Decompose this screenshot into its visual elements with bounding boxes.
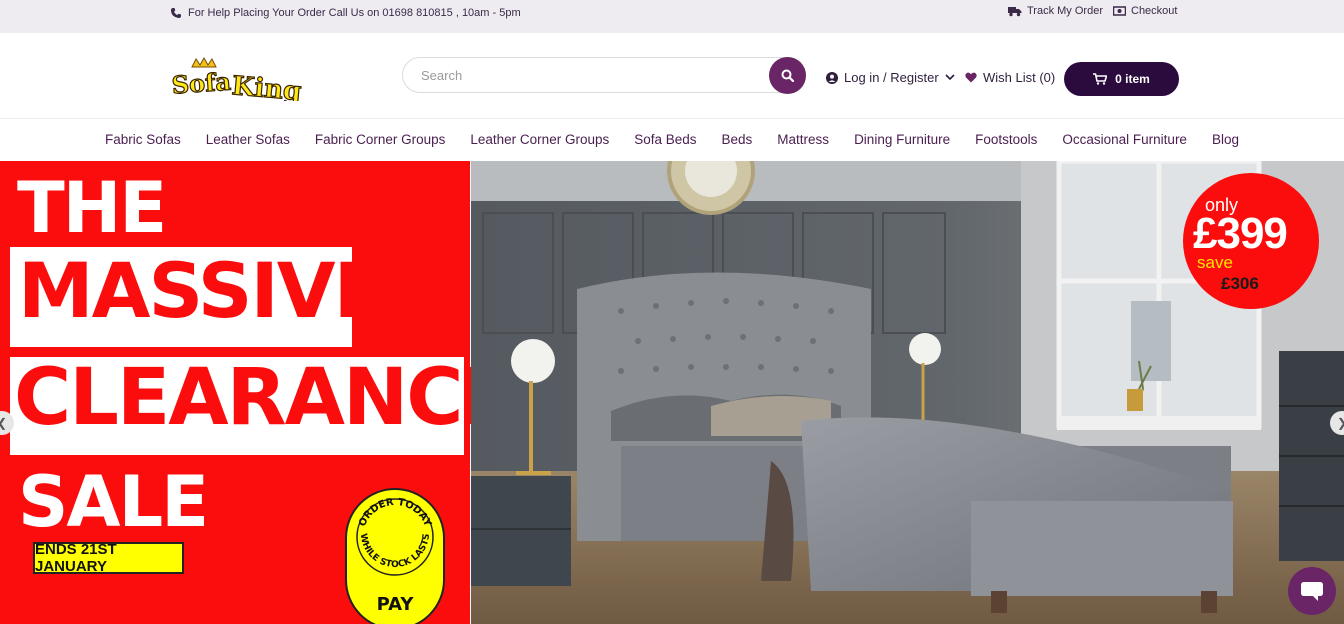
- hero-banner[interactable]: THE MASSIVE CLEARANCE SALE ENDS 21ST JAN…: [0, 161, 1344, 624]
- account-label: Log in / Register: [844, 70, 939, 85]
- nav-item-sofa-beds[interactable]: Sofa Beds: [634, 132, 696, 147]
- nav-item-leather-corner-groups[interactable]: Leather Corner Groups: [470, 132, 609, 147]
- account-menu[interactable]: Log in / Register: [826, 70, 955, 85]
- clearance-promo: THE MASSIVE CLEARANCE SALE ENDS 21ST JAN…: [0, 161, 515, 624]
- chat-bubble-icon: [1301, 582, 1323, 601]
- svg-text:King: King: [231, 71, 303, 101]
- nav-item-fabric-sofas[interactable]: Fabric Sofas: [105, 132, 181, 147]
- money-icon: [1113, 6, 1126, 16]
- nav-item-leather-sofas[interactable]: Leather Sofas: [206, 132, 290, 147]
- cart-icon: [1093, 73, 1108, 85]
- track-order-label: Track My Order: [1027, 5, 1103, 17]
- wishlist-label: Wish List (0): [983, 70, 1056, 85]
- promo-line-clearance: CLEARANCE: [14, 353, 515, 443]
- chevron-left-icon: ❮: [0, 416, 7, 430]
- nav-item-fabric-corner-groups[interactable]: Fabric Corner Groups: [315, 132, 446, 147]
- promo-end-date: ENDS 21ST JANUARY: [33, 541, 184, 575]
- heart-icon: [965, 72, 977, 83]
- checkout-label: Checkout: [1131, 5, 1178, 17]
- site-header: Sofa King Log in / Register Wish List (0…: [0, 33, 1344, 119]
- order-today-badge: ORDER TODAY WHILE STOCK LASTS PAY: [345, 488, 445, 624]
- promo-line-massive: MASSIVE: [18, 246, 386, 335]
- help-text: For Help Placing Your Order Call Us on 0…: [188, 7, 521, 19]
- top-bar: For Help Placing Your Order Call Us on 0…: [0, 0, 1344, 33]
- nav-item-dining-furniture[interactable]: Dining Furniture: [854, 132, 950, 147]
- price-amount: £399: [1193, 209, 1288, 258]
- help-line: For Help Placing Your Order Call Us on 0…: [170, 7, 521, 19]
- promo-line-sale: SALE: [18, 461, 209, 543]
- chat-button[interactable]: [1288, 567, 1336, 615]
- badge-pay-text: PAY: [377, 594, 415, 615]
- price-save-text: save: [1197, 253, 1233, 272]
- svg-text:Sofa: Sofa: [171, 67, 232, 100]
- nav-item-mattress[interactable]: Mattress: [777, 132, 829, 147]
- chevron-down-icon: [945, 74, 955, 81]
- search-input[interactable]: [421, 58, 761, 92]
- price-badge: only £399 save £306: [1183, 173, 1319, 309]
- nav-item-footstools[interactable]: Footstools: [975, 132, 1037, 147]
- promo-line-the: THE: [17, 167, 167, 249]
- search-icon: [781, 69, 794, 82]
- chevron-right-icon: ❯: [1337, 416, 1344, 430]
- nav-item-blog[interactable]: Blog: [1212, 132, 1239, 147]
- sofa-king-logo[interactable]: Sofa King: [170, 57, 306, 101]
- price-saving-amount: £306: [1221, 274, 1259, 293]
- main-nav: Fabric Sofas Leather Sofas Fabric Corner…: [0, 119, 1344, 160]
- checkout-link[interactable]: Checkout: [1113, 5, 1177, 17]
- truck-icon: [1008, 6, 1022, 16]
- search-bar: [402, 57, 806, 94]
- cart-label: 0 item: [1115, 72, 1150, 86]
- phone-icon: [171, 8, 181, 18]
- search-button[interactable]: [769, 57, 806, 94]
- nav-item-beds[interactable]: Beds: [722, 132, 753, 147]
- nav-item-occasional-furniture[interactable]: Occasional Furniture: [1062, 132, 1187, 147]
- track-order-link[interactable]: Track My Order: [1008, 5, 1103, 17]
- wishlist-link[interactable]: Wish List (0): [965, 70, 1055, 85]
- user-circle-icon: [826, 71, 838, 84]
- cart-button[interactable]: 0 item: [1064, 62, 1179, 96]
